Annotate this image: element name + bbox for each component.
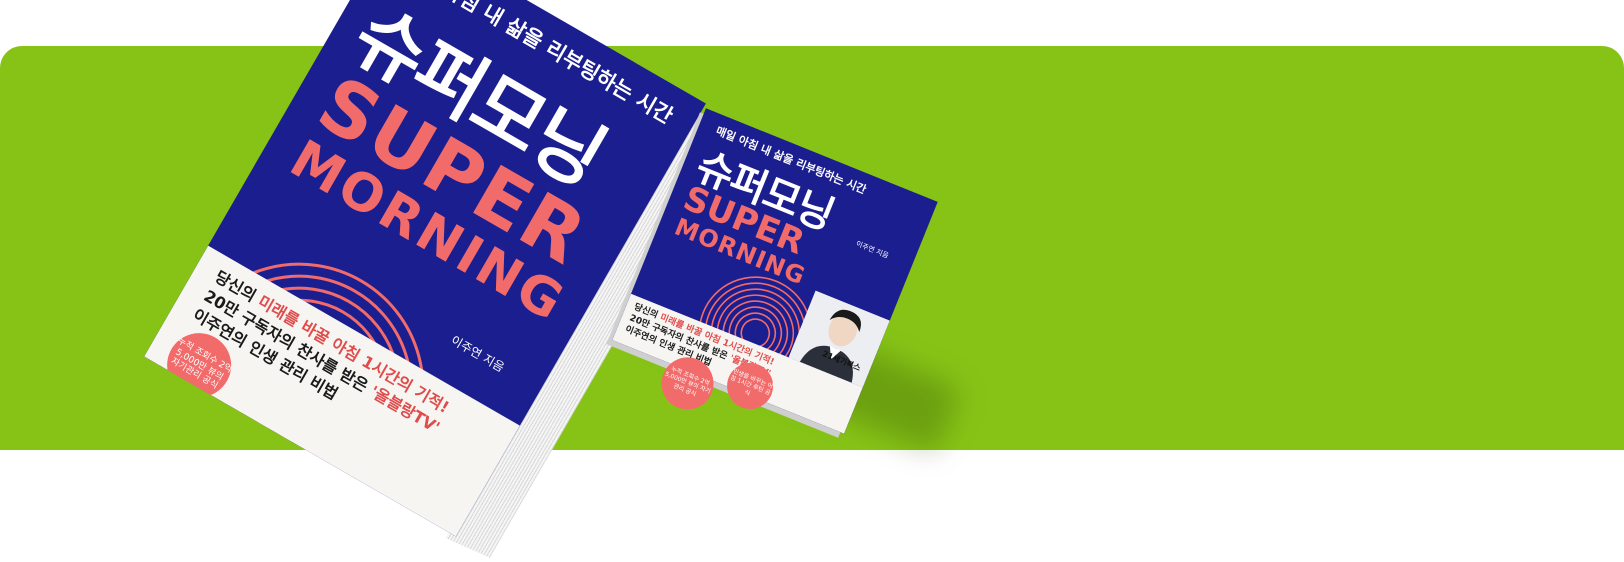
book-back-author: 이주연 지음 <box>854 239 890 261</box>
